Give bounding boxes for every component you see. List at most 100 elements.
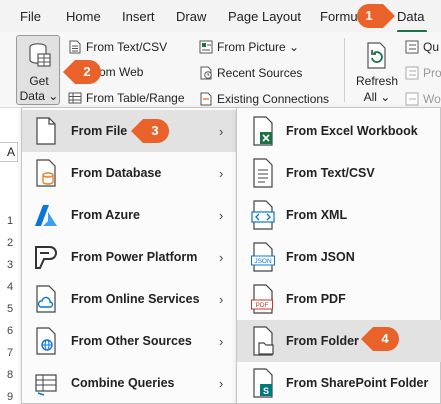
refresh-all-button[interactable]: Refresh All ⌄ [352, 38, 402, 106]
sharepoint-folder-icon: S [253, 368, 273, 398]
workbook-links-button[interactable]: Wo [405, 92, 441, 106]
submenu-item-from-text-csv[interactable]: From Text/CSV [237, 152, 441, 194]
get-data-button[interactable]: Get Data ⌄ [16, 35, 60, 105]
name-box[interactable]: A [0, 142, 18, 162]
submenu-item-label: From Text/CSV [286, 166, 375, 180]
row-header[interactable]: 6 [0, 325, 16, 337]
row-header[interactable]: 1 [0, 215, 16, 227]
menu-item-from-online-services[interactable]: From Online Services › [22, 278, 238, 320]
menu-item-from-azure[interactable]: From Azure › [22, 194, 238, 236]
submenu-item-label: From Folder [286, 334, 359, 348]
properties-icon [405, 66, 419, 80]
menu-item-label: Combine Queries [71, 376, 175, 390]
submenu-item-label: From JSON [286, 250, 355, 264]
row-header[interactable]: 2 [0, 237, 16, 249]
submenu-item-label: From XML [286, 208, 348, 222]
menu-item-from-database[interactable]: From Database › [22, 152, 238, 194]
tab-home[interactable]: Home [66, 9, 101, 24]
refresh-label-line1: Refresh [355, 74, 399, 88]
tab-insert[interactable]: Insert [122, 9, 155, 24]
menu-item-label: From Database [71, 166, 162, 180]
step-badge-2: 2 [62, 59, 102, 85]
menu-item-combine-queries[interactable]: Combine Queries › [22, 362, 238, 404]
recent-sources-ribbon-button[interactable]: Recent Sources [199, 66, 302, 80]
picture-icon [199, 40, 213, 54]
azure-icon [35, 205, 57, 226]
submenu-item-label: From SharePoint Folder [286, 376, 429, 390]
submenu-item-from-excel-workbook[interactable]: From Excel Workbook [237, 110, 441, 152]
submenu-item-from-json[interactable]: JSON From JSON [237, 236, 441, 278]
chevron-right-icon: › [219, 207, 224, 223]
submenu-item-from-sharepoint-folder[interactable]: S From SharePoint Folder [237, 362, 441, 404]
tab-page-layout[interactable]: Page Layout [228, 9, 301, 24]
file-icon [36, 117, 56, 145]
submenu-item-from-folder[interactable]: From Folder [237, 320, 441, 362]
chevron-right-icon: › [219, 249, 224, 265]
tab-data[interactable]: Data [397, 9, 424, 24]
step-badge-1: 1 [356, 3, 396, 29]
menu-item-from-power-platform[interactable]: From Power Platform › [22, 236, 238, 278]
workbook-links-label: Wo [423, 92, 441, 106]
text-file-icon [253, 158, 273, 188]
existing-connections-ribbon-label: Existing Connections [217, 92, 330, 106]
get-data-menu: From File › From Database › From Azure ›… [21, 107, 239, 404]
refresh-icon [367, 42, 386, 69]
recent-sources-icon [200, 66, 212, 80]
json-icon: JSON [251, 242, 275, 272]
ribbon-group-separator [344, 38, 345, 102]
row-header[interactable]: 5 [0, 303, 16, 315]
step-number: 1 [365, 8, 373, 23]
chevron-right-icon: › [219, 165, 224, 181]
chevron-right-icon: › [219, 375, 224, 391]
from-table-range-ribbon-label: From Table/Range [86, 91, 185, 105]
step-number: 4 [381, 331, 389, 346]
svg-text:S: S [263, 386, 269, 396]
svg-text:JSON: JSON [254, 258, 272, 265]
database-icon [29, 43, 51, 67]
tab-file[interactable]: File [20, 9, 41, 24]
table-range-icon [68, 92, 82, 104]
menu-item-label: From Power Platform [71, 250, 198, 264]
submenu-item-from-xml[interactable]: From XML [237, 194, 441, 236]
from-text-csv-ribbon-button[interactable]: From Text/CSV [68, 40, 167, 54]
row-header[interactable]: 3 [0, 259, 16, 271]
from-web-ribbon-button[interactable]: rom Web [95, 65, 143, 79]
from-table-range-ribbon-button[interactable]: From Table/Range [68, 91, 185, 105]
row-header[interactable]: 9 [0, 391, 16, 403]
menu-item-label: From Other Sources [71, 334, 192, 348]
properties-button[interactable]: Pro [405, 66, 441, 80]
from-web-ribbon-label: rom Web [95, 65, 144, 79]
row-header[interactable]: 8 [0, 369, 16, 381]
online-services-icon [36, 285, 56, 313]
step-number: 3 [151, 123, 159, 138]
xml-icon [251, 200, 275, 230]
tab-draw[interactable]: Draw [176, 9, 206, 24]
chevron-right-icon: › [219, 333, 224, 349]
step-badge-3: 3 [130, 118, 170, 144]
database-icon [36, 159, 56, 187]
row-header[interactable]: 4 [0, 281, 16, 293]
existing-connections-ribbon-button[interactable]: Existing Connections [199, 92, 329, 106]
pdf-icon: PDF [251, 284, 273, 314]
menu-item-from-other-sources[interactable]: From Other Sources › [22, 320, 238, 362]
combine-queries-icon [35, 374, 57, 396]
refresh-label-line2: All ⌄ [363, 90, 391, 104]
row-header[interactable]: 7 [0, 347, 16, 359]
from-picture-ribbon-button[interactable]: From Picture ⌄ [199, 40, 299, 54]
submenu-item-from-pdf[interactable]: PDF From PDF [237, 278, 441, 320]
menu-item-label: From File [71, 124, 128, 138]
properties-label: Pro [423, 66, 441, 80]
folder-icon [253, 326, 274, 356]
from-text-csv-ribbon-label: From Text/CSV [86, 40, 168, 54]
queries-connections-button[interactable]: Qu [405, 40, 439, 54]
queries-icon [405, 40, 419, 54]
menu-item-label: From Azure [71, 208, 140, 222]
get-data-label-line2: Data ⌄ [19, 89, 59, 103]
workbook-links-icon [405, 92, 419, 106]
chevron-right-icon: › [219, 123, 224, 139]
submenu-item-label: From Excel Workbook [286, 124, 418, 138]
queries-label: Qu [423, 40, 440, 54]
recent-sources-ribbon-label: Recent Sources [217, 66, 303, 80]
tab-formulas[interactable]: Formu [320, 9, 358, 24]
svg-text:PDF: PDF [256, 302, 269, 309]
